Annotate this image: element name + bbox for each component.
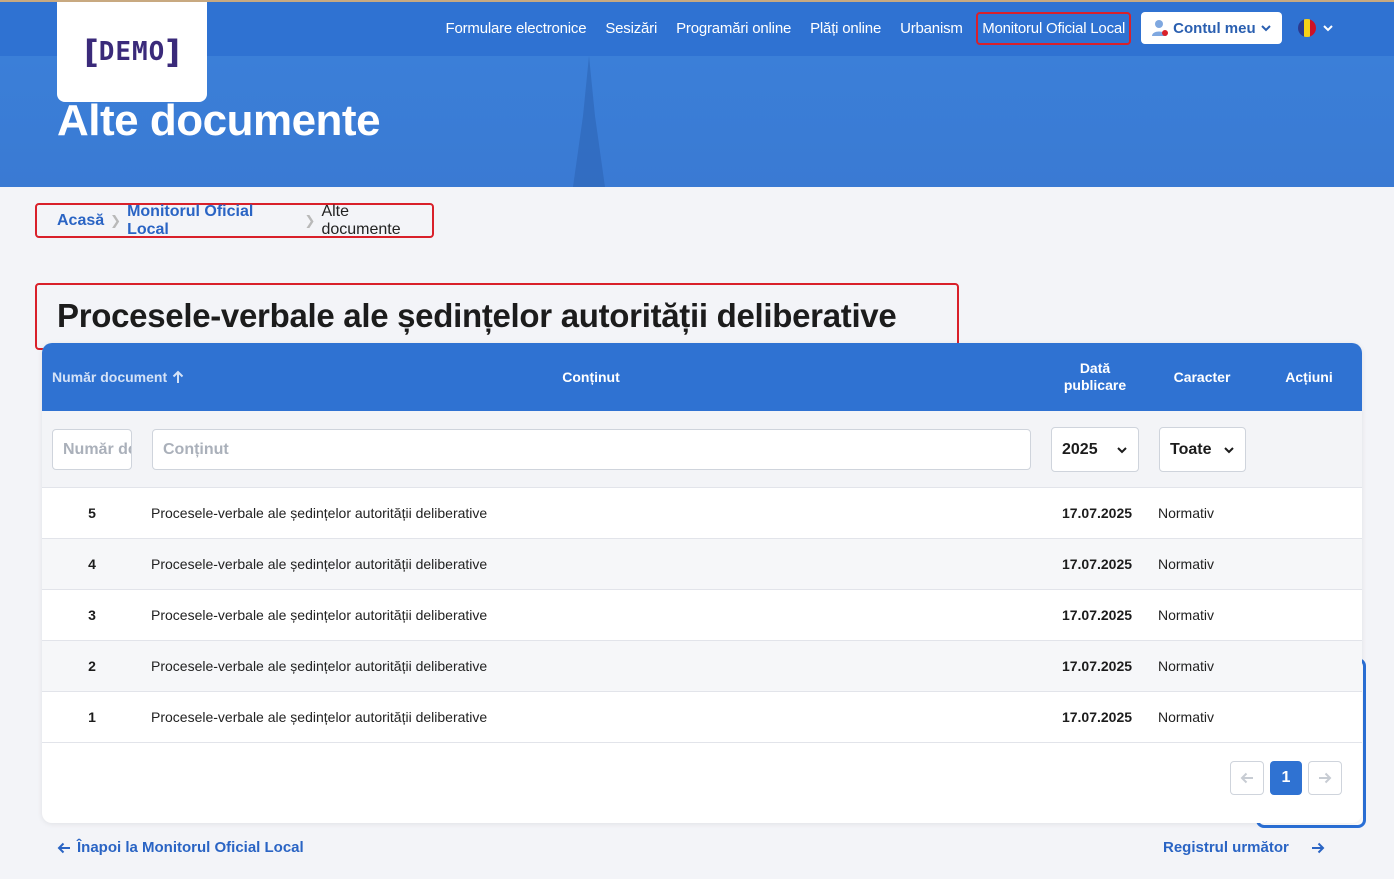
chevron-down-icon [1322, 25, 1333, 32]
character-select[interactable]: Toate [1159, 427, 1246, 472]
header-actions: Acțiuni [1285, 368, 1333, 385]
chevron-down-icon [1117, 446, 1127, 453]
main-nav: Formulare electronice Sesizări Programăr… [436, 10, 1334, 46]
row-character: Normativ [1158, 505, 1215, 521]
row-date: 17.07.2025 [1061, 505, 1133, 521]
number-filter-input[interactable]: Număr document [52, 429, 132, 470]
account-label: Contul meu [1173, 19, 1256, 37]
section-title: Procesele-verbale ale ședințelor autorit… [57, 297, 897, 334]
row-content[interactable]: Procesele-verbale ale ședințelor autorit… [151, 590, 487, 640]
user-icon [1152, 20, 1169, 36]
spire-silhouette [573, 56, 605, 187]
breadcrumb-home[interactable]: Acasă [57, 212, 104, 230]
table-row[interactable]: 5 Procesele-verbale ale ședințelor autor… [42, 488, 1362, 539]
breadcrumb: Acasă ❯ Monitorul Oficial Local ❯ Alte d… [35, 203, 434, 238]
row-content[interactable]: Procesele-verbale ale ședințelor autorit… [151, 539, 487, 589]
breadcrumb-separator-icon: ❯ [110, 212, 122, 228]
chevron-down-icon [1260, 25, 1271, 32]
nav-item-programari[interactable]: Programări online [667, 20, 801, 37]
row-content[interactable]: Procesele-verbale ale ședințelor autorit… [151, 641, 487, 691]
header-date: Dată publicare [1063, 360, 1127, 393]
row-character: Normativ [1158, 709, 1215, 725]
prev-page-button[interactable] [1230, 761, 1264, 795]
arrow-right-icon [1319, 772, 1332, 784]
nav-item-urbanism[interactable]: Urbanism [891, 20, 973, 37]
logo-text: DEMO [98, 37, 166, 67]
filter-row: Număr document Conținut 2025 Toate [42, 411, 1362, 488]
table-body: 5 Procesele-verbale ale ședințelor autor… [42, 488, 1362, 743]
next-page-button[interactable] [1308, 761, 1342, 795]
page-button-current[interactable]: 1 [1270, 761, 1302, 795]
arrow-left-icon [57, 842, 70, 853]
row-date: 17.07.2025 [1061, 709, 1133, 725]
table-row[interactable]: 2 Procesele-verbale ale ședințelor autor… [42, 641, 1362, 692]
romania-flag-icon [1297, 19, 1316, 37]
row-number: 1 [88, 709, 96, 725]
header-content: Conținut [562, 368, 620, 385]
row-date: 17.07.2025 [1061, 658, 1133, 674]
row-number: 5 [88, 505, 96, 521]
row-character: Normativ [1158, 607, 1215, 623]
header-character: Caracter [1173, 368, 1231, 385]
arrow-left-icon [1240, 772, 1253, 784]
table-header: Număr document Conținut Dată publicare C… [42, 343, 1362, 411]
row-date: 17.07.2025 [1061, 556, 1133, 572]
back-link[interactable]: Înapoi la Monitorul Oficial Local [57, 839, 304, 856]
breadcrumb-current: Alte documente [321, 202, 401, 238]
arrow-right-icon [1311, 842, 1325, 853]
breadcrumb-separator-icon: ❯ [304, 212, 316, 228]
row-content[interactable]: Procesele-verbale ale ședințelor autorit… [151, 488, 487, 538]
site-logo[interactable]: [ DEMO ] [57, 2, 207, 102]
row-number: 3 [88, 607, 96, 623]
account-button[interactable]: Contul meu [1141, 12, 1282, 44]
nav-item-plati[interactable]: Plăți online [801, 20, 891, 37]
row-date: 17.07.2025 [1061, 607, 1133, 623]
year-select[interactable]: 2025 [1051, 427, 1139, 472]
language-selector[interactable] [1297, 19, 1334, 37]
nav-item-monitorul[interactable]: Monitorul Oficial Local [976, 11, 1132, 45]
row-content[interactable]: Procesele-verbale ale ședințelor autorit… [151, 692, 487, 742]
content-filter-input[interactable]: Conținut [152, 429, 1031, 470]
row-character: Normativ [1158, 658, 1215, 674]
documents-table: Număr document Conținut Dată publicare C… [42, 343, 1362, 823]
pagination: 1 [1230, 761, 1342, 795]
chevron-down-icon [1224, 446, 1234, 453]
nav-item-formulare[interactable]: Formulare electronice [436, 20, 596, 37]
row-character: Normativ [1158, 556, 1215, 572]
row-number: 2 [88, 658, 96, 674]
sort-number-header[interactable]: Număr document [52, 343, 192, 411]
row-number: 4 [88, 556, 96, 572]
table-row[interactable]: 3 Procesele-verbale ale ședințelor autor… [42, 590, 1362, 641]
page-title: Alte documente [57, 96, 381, 145]
table-row[interactable]: 4 Procesele-verbale ale ședințelor autor… [42, 539, 1362, 590]
table-row[interactable]: 1 Procesele-verbale ale ședințelor autor… [42, 692, 1362, 743]
sort-up-icon [172, 370, 184, 383]
nav-item-sesizari[interactable]: Sesizări [596, 20, 667, 37]
breadcrumb-parent[interactable]: Monitorul Oficial Local [127, 203, 298, 239]
next-register-link[interactable]: Registrul următor [1163, 839, 1325, 856]
